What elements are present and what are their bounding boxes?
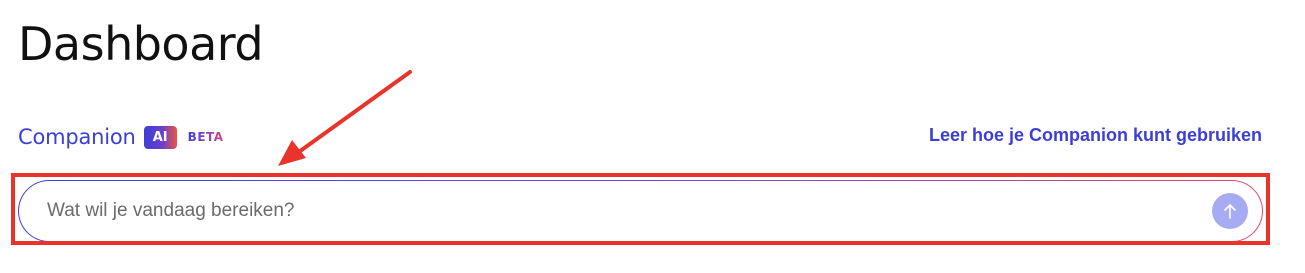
beta-tag: BETA [187, 130, 224, 144]
learn-companion-link[interactable]: Leer hoe je Companion kunt gebruiken [929, 125, 1262, 146]
companion-title: Companion [18, 125, 136, 149]
page-title: Dashboard [18, 17, 264, 71]
companion-header: Companion AI BETA [18, 121, 224, 153]
annotation-highlight-box [11, 173, 1270, 245]
ai-badge: AI [143, 125, 177, 149]
